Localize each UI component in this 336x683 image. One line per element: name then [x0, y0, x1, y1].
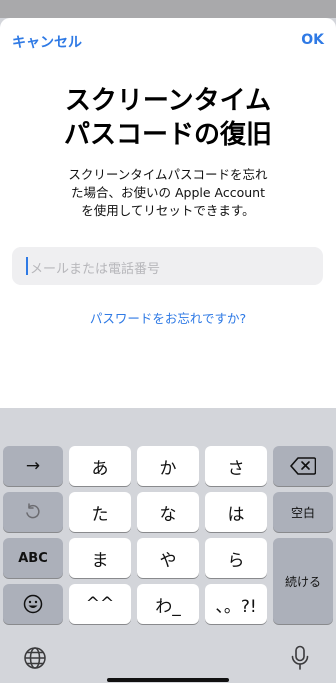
status-bar-area — [0, 0, 336, 18]
space-key[interactable]: 空白 — [273, 492, 333, 532]
email-or-phone-field[interactable]: メールまたは電話番号 — [12, 247, 323, 285]
cancel-button[interactable]: キャンセル — [12, 32, 82, 52]
keyboard-switch-button[interactable] — [20, 643, 50, 673]
key-na[interactable]: な — [137, 492, 199, 532]
desc-line-1: スクリーンタイムパスコードを忘れ — [68, 167, 268, 182]
key-ta[interactable]: た — [69, 492, 131, 532]
key-ra[interactable]: ら — [205, 538, 267, 578]
emoji-icon — [23, 594, 43, 614]
email-or-phone-placeholder: メールまたは電話番号 — [30, 262, 161, 277]
keyboard: → あ か さ た な は 空白 ABC ま や ら 続ける ^^ わ_ 、。?… — [0, 408, 336, 683]
title-line-2: パスコードの復旧 — [63, 120, 272, 150]
page-title: スクリーンタイム パスコードの復旧 — [0, 84, 336, 152]
key-dakuten[interactable]: ^^ — [69, 584, 131, 624]
globe-icon — [24, 647, 46, 669]
next-candidate-key[interactable]: → — [3, 446, 63, 486]
undo-icon — [26, 503, 40, 519]
emoji-key[interactable] — [3, 584, 63, 624]
forgot-password-link[interactable]: パスワードをお忘れですか? — [0, 308, 336, 327]
desc-line-2: た場合、お使いの Apple Account — [70, 185, 265, 200]
key-punctuation[interactable]: 、。?! — [205, 584, 267, 624]
dictation-button[interactable] — [285, 643, 315, 673]
key-ka[interactable]: か — [137, 446, 199, 486]
microphone-icon — [291, 645, 309, 670]
abc-key[interactable]: ABC — [3, 538, 63, 578]
key-sa[interactable]: さ — [205, 446, 267, 486]
return-key[interactable]: 続ける — [273, 538, 333, 624]
key-ya[interactable]: や — [137, 538, 199, 578]
desc-line-3: を使用してリセットできます。 — [81, 203, 255, 218]
text-caret — [26, 257, 28, 275]
delete-key[interactable] — [273, 446, 333, 486]
title-line-1: スクリーンタイム — [64, 86, 272, 116]
home-indicator — [107, 678, 229, 682]
key-wa[interactable]: わ_ — [137, 584, 199, 624]
description-text: スクリーンタイムパスコードを忘れ た場合、お使いの Apple Account … — [40, 166, 296, 220]
passcode-recovery-sheet: キャンセル OK スクリーンタイム パスコードの復旧 スクリーンタイムパスコード… — [0, 18, 336, 408]
ok-button[interactable]: OK — [301, 32, 324, 48]
undo-key[interactable] — [3, 492, 63, 532]
key-a[interactable]: あ — [69, 446, 131, 486]
backspace-icon — [290, 457, 316, 475]
key-ha[interactable]: は — [205, 492, 267, 532]
key-ma[interactable]: ま — [69, 538, 131, 578]
